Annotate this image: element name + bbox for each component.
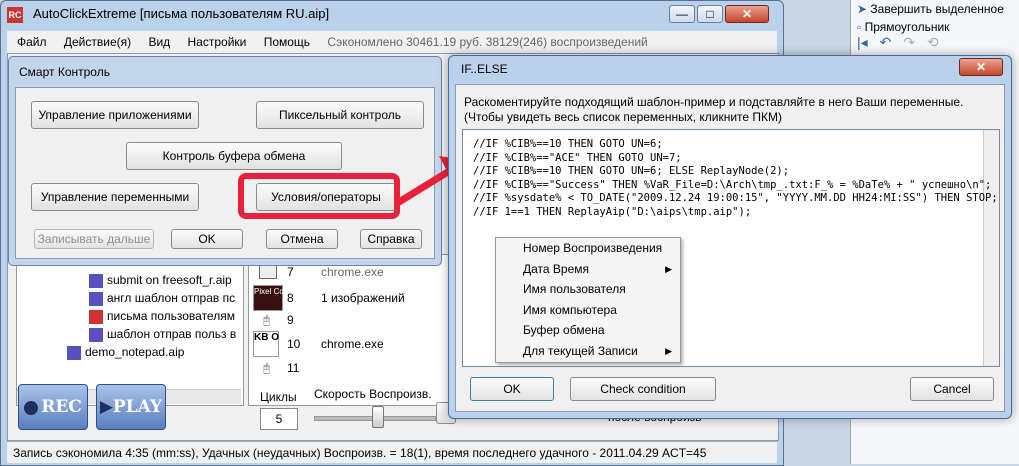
menu-settings[interactable]: Настройки [188,35,247,49]
context-item-datetime[interactable]: Дата Время ▶ [496,259,680,280]
variables-context-menu: Номер Воспроизведения Дата Время ▶ Имя п… [495,237,681,363]
repeat-icon[interactable]: ⟲ [927,34,939,50]
if-else-title: IF..ELSE [461,62,508,76]
pixel-control-icon: Pixel Contr [253,285,293,311]
code-line: //IF %CIB%=="ACE" THEN GOTO UN=7; [473,151,682,164]
check-condition-button[interactable]: Check condition [570,377,716,401]
script-icon [89,291,103,306]
if-ok-button[interactable]: OK [470,377,554,401]
menu-file[interactable]: Файл [17,35,47,49]
smart-help-button[interactable]: Справка [360,229,422,249]
variable-control-button[interactable]: Управление переменными [31,183,199,211]
smart-control-title: Смарт Контроль [19,65,110,79]
annotation-highlight [238,173,400,219]
clipboard-control-button[interactable]: Контроль буфера обмена [126,142,342,170]
tree-item[interactable]: шаблон отправ польз в [89,325,236,343]
menu-action[interactable]: Действие(я) [64,35,131,49]
menu-bar: Файл Действие(я) Вид Настройки Помощь Сэ… [7,31,777,53]
if-cancel-button[interactable]: Cancel [910,377,994,401]
cycles-label: Циклы [260,390,297,404]
square-icon: ▫ [857,20,862,34]
code-line: //IF %CIB%==10 THEN GOTO UN=6; ELSE Repl… [473,165,790,177]
main-window-title: AutoClickExtreme [письма пользователям R… [33,6,330,21]
instructions-text: Раскоментируйте подходящий шаблон-пример… [464,95,964,124]
close-button[interactable]: ✕ [725,5,769,23]
context-item-clipboard[interactable]: Буфер обмена [496,320,680,341]
script-icon [89,327,103,342]
submenu-arrow-icon: ▶ [665,345,672,356]
cycles-input[interactable]: 5 [260,408,298,430]
smart-ok-button[interactable]: OK [171,229,243,249]
menu-view[interactable]: Вид [148,35,170,49]
keyboard-icon: KB O [253,331,279,357]
submenu-arrow-icon: ▶ [665,263,672,274]
speed-label: Скорость Воспроизв. [314,387,432,401]
script-icon [89,273,103,288]
play-button[interactable]: ▶PLAY [96,384,166,430]
if-else-close-button[interactable]: ✕ [959,58,1003,76]
script-icon [67,345,81,360]
tree-item[interactable]: demo_notepad.aip [67,343,184,361]
menu-help[interactable]: Помощь [264,35,310,49]
record-icon [24,400,39,415]
context-item-computer-name[interactable]: Имя компьютера [496,300,680,321]
tree-item[interactable]: англ шаблон отправ пс [89,289,235,307]
code-line: //IF 1==1 THEN ReplayAip("D:\aips\tmp.ai… [473,205,752,218]
code-line: //IF %CIB%=="Success" THEN %VaR_File=D:\… [473,178,992,191]
app-logo-icon [89,309,103,324]
panel-item-finish[interactable]: ➤ Завершить выделенное [851,0,1019,18]
arrow-icon: ➤ [857,2,868,16]
code-line: //IF %sysdate% < TO_DATE("2009.12.24 19:… [473,192,998,204]
context-item-username[interactable]: Имя пользователя [496,279,680,300]
redo-icon[interactable]: ↷ [903,34,915,50]
speed-slider-thumb[interactable] [372,406,384,428]
panel-toolbar: |◂ ↶ ↷ ⟲ [857,34,939,51]
savings-text: Сэкономлено 30461.19 руб. 38129(246) вос… [327,35,648,49]
editor-scrollbar[interactable] [983,130,999,366]
smart-control-dialog: Смарт Контроль Управление приложениями П… [8,56,442,266]
maximize-button[interactable]: □ [697,5,723,23]
code-line: //IF %CIB%==10 THEN GOTO UN=6; [473,138,663,150]
undo-icon[interactable]: ↶ [880,34,892,50]
minimize-button[interactable]: — [669,5,695,23]
smart-cancel-button[interactable]: Отмена [266,229,338,249]
mouse-icon: 🖰 [263,361,271,375]
mouse-icon: 🖰 [263,313,271,327]
pipe-icon[interactable]: |◂ [857,34,868,50]
context-item-current-record[interactable]: Для текущей Записи ▶ [496,341,680,362]
play-icon: ▶ [99,397,113,417]
pixel-control-button[interactable]: Пиксельный контроль [256,101,424,129]
record-further-button[interactable]: Записывать дальше [34,229,154,249]
status-bar: Запись сэкономила 4:35 (mm:ss), Удачных … [7,441,777,463]
context-item-replay-number[interactable]: Номер Воспроизведения [496,238,680,259]
app-control-button[interactable]: Управление приложениями [31,101,199,129]
tree-item[interactable]: письма пользователям [89,307,235,325]
rec-button[interactable]: REC [18,384,88,430]
tree-item[interactable]: submit on freesoft_r.aip [89,271,232,289]
